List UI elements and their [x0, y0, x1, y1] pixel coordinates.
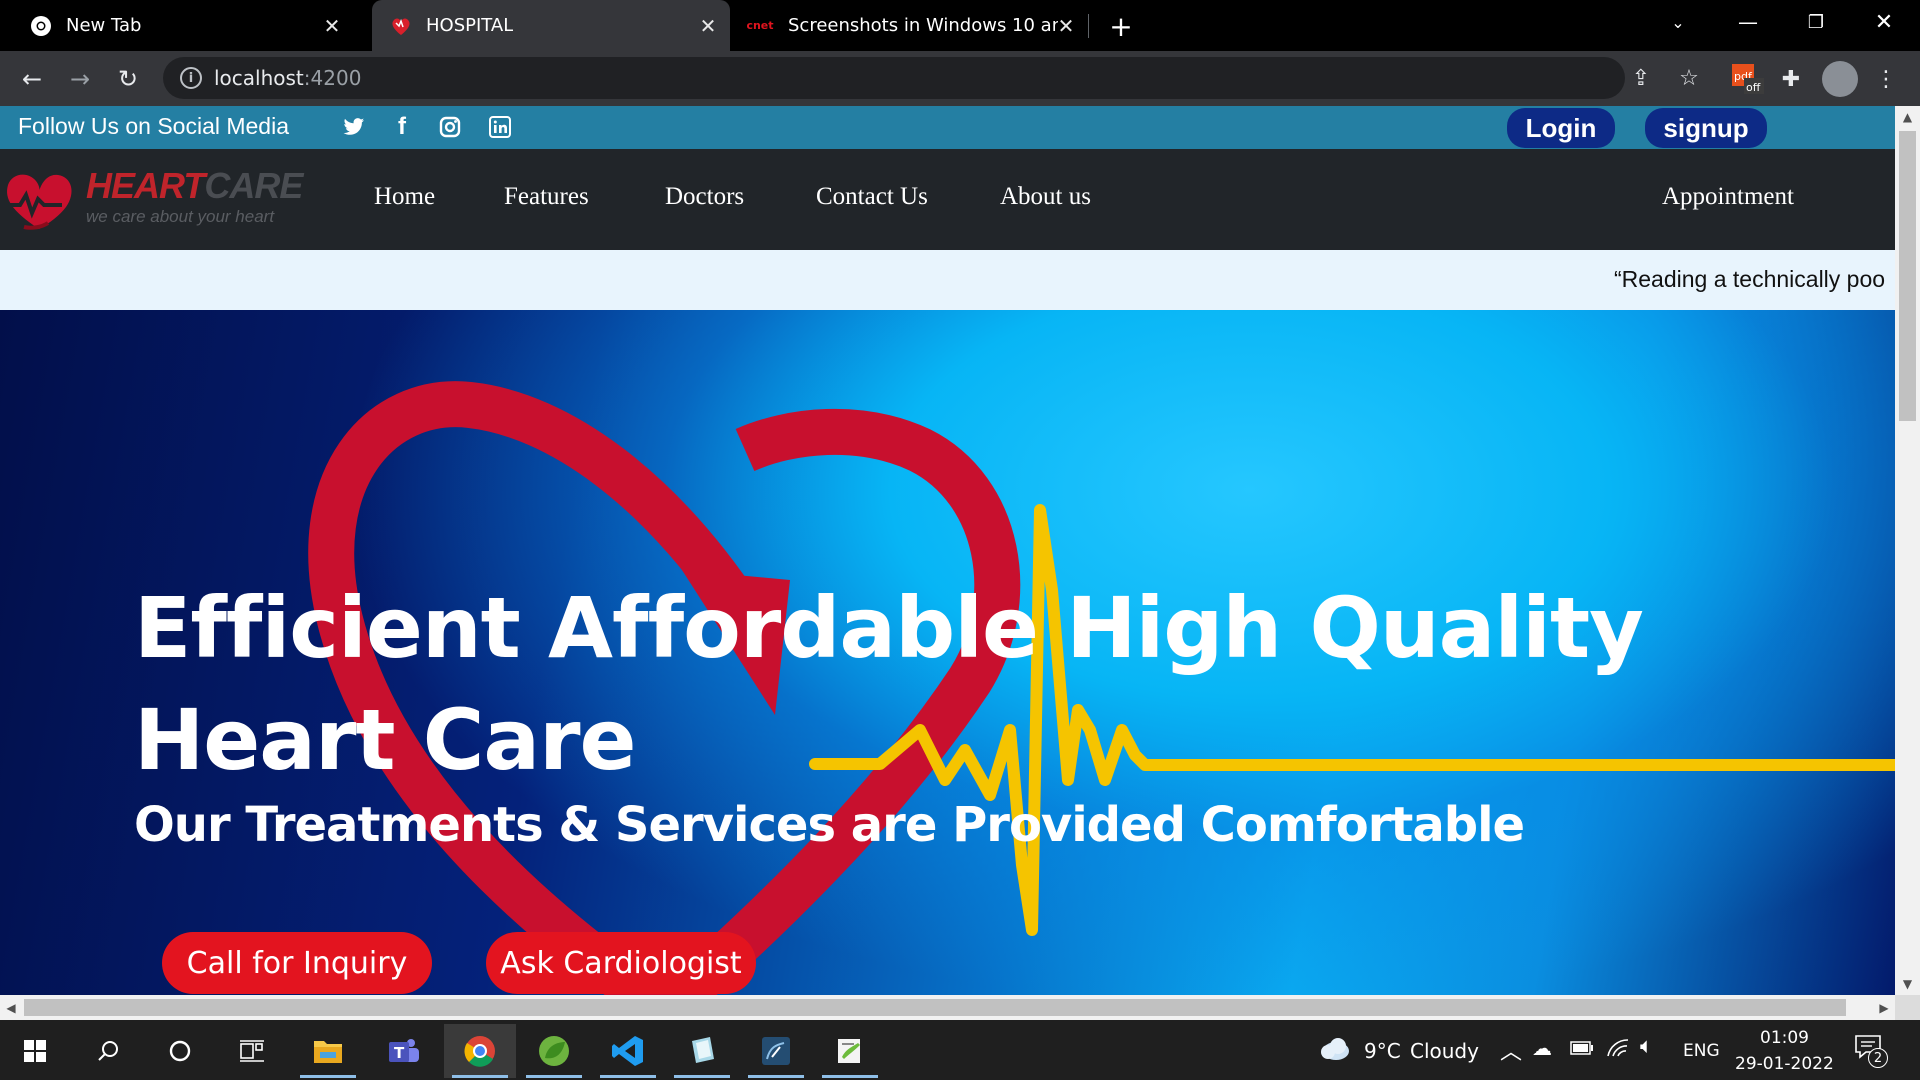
heartcare-logo[interactable]: HEARTCARE we care about your heart [0, 165, 310, 235]
tab-title: New Tab [66, 15, 142, 36]
instagram-icon[interactable] [437, 114, 463, 140]
file-explorer-icon[interactable] [292, 1024, 364, 1078]
nav-contact-us[interactable]: Contact Us [816, 183, 928, 211]
nav-home[interactable]: Home [374, 183, 435, 211]
back-button[interactable]: ← [14, 61, 50, 97]
weather-condition[interactable]: Cloudy [1410, 1039, 1479, 1063]
close-tab-icon[interactable]: ✕ [694, 12, 722, 40]
notepad-app-icon[interactable] [666, 1024, 738, 1078]
browser-toolbar: ← → ↻ i localhost:4200 ⇪ ☆ pdf off ✚ ⋮ [0, 51, 1920, 106]
horizontal-scroll-thumb[interactable] [24, 999, 1846, 1016]
signup-button[interactable]: signup [1645, 108, 1767, 148]
chrome-icon [30, 15, 52, 37]
task-view-icon[interactable] [216, 1024, 288, 1078]
hero-subtitle: Our Treatments & Services are Provided C… [134, 797, 1525, 853]
clock-time[interactable]: 01:09 [1760, 1028, 1809, 1048]
weather-temperature[interactable]: 9°C [1364, 1039, 1401, 1063]
bookmark-star-icon[interactable]: ☆ [1673, 62, 1705, 94]
linkedin-icon[interactable] [487, 114, 513, 140]
call-for-inquiry-button[interactable]: Call for Inquiry [162, 932, 432, 994]
vertical-scroll-thumb[interactable] [1899, 131, 1916, 421]
close-tab-icon[interactable]: ✕ [318, 12, 346, 40]
logo-wordmark: HEARTCARE [86, 165, 303, 206]
weather-icon[interactable] [1316, 1036, 1352, 1062]
profile-avatar[interactable] [1822, 61, 1858, 97]
hero-banner: Efficient Affordable High Quality Heart … [0, 310, 1895, 995]
clock-date[interactable]: 29-01-2022 [1735, 1054, 1834, 1074]
tab-separator [1088, 14, 1089, 38]
horizontal-scrollbar[interactable]: ◀ ▶ [0, 995, 1895, 1020]
windows-start-icon[interactable] [0, 1024, 70, 1078]
mysql-workbench-icon[interactable] [740, 1024, 812, 1078]
notification-count-badge: 2 [1868, 1048, 1888, 1068]
scrollbar-corner [1895, 995, 1920, 1020]
notification-center-icon[interactable]: 2 [1854, 1034, 1890, 1068]
heart-favicon [390, 15, 412, 37]
twitter-icon[interactable] [341, 114, 367, 140]
menu-kebab-icon[interactable]: ⋮ [1870, 63, 1902, 95]
login-button[interactable]: Login [1507, 108, 1615, 148]
ticker-text: “Reading a technically poo [1614, 266, 1886, 292]
wifi-icon[interactable] [1606, 1036, 1630, 1062]
social-bar: Follow Us on Social Media f Login signup [0, 106, 1895, 149]
tab-search-icon[interactable]: ⌄ [1644, 0, 1712, 44]
onedrive-icon[interactable]: ☁ [1532, 1036, 1552, 1060]
input-language[interactable]: ENG [1683, 1041, 1720, 1061]
show-hidden-icons-icon[interactable]: ︿ [1500, 1034, 1522, 1066]
tab-screenshots[interactable]: cnet Screenshots in Windows 10 and W ✕ [732, 0, 1084, 51]
page-viewport: Follow Us on Social Media f Login signup… [0, 106, 1895, 995]
svg-text:off: off [1746, 81, 1761, 94]
battery-icon[interactable] [1570, 1040, 1594, 1059]
search-icon[interactable] [72, 1024, 144, 1078]
social-label: Follow Us on Social Media [18, 113, 290, 139]
cnet-favicon: cnet [746, 19, 774, 32]
close-window-button[interactable]: ✕ [1850, 0, 1918, 44]
site-info-icon[interactable]: i [180, 67, 202, 89]
spring-tool-icon[interactable] [518, 1024, 590, 1078]
close-tab-icon[interactable]: ✕ [1052, 12, 1080, 40]
extensions-icon[interactable]: ✚ [1775, 63, 1807, 95]
ask-cardiologist-button[interactable]: Ask Cardiologist [486, 932, 756, 994]
teams-icon[interactable]: T [368, 1024, 440, 1078]
quote-ticker: “Reading a technically poo [0, 250, 1895, 310]
hero-title: Efficient Affordable High Quality Heart … [134, 579, 1644, 789]
volume-icon[interactable]: 🔈︎ [1640, 1034, 1653, 1059]
vscode-icon[interactable] [592, 1024, 664, 1078]
scroll-down-icon[interactable]: ▼ [1895, 973, 1920, 995]
restore-button[interactable]: ❐ [1782, 0, 1850, 44]
pdf-extension-icon[interactable]: pdf off [1729, 61, 1765, 97]
forward-button[interactable]: → [62, 61, 98, 97]
scroll-right-icon[interactable]: ▶ [1873, 995, 1895, 1020]
nav-about-us[interactable]: About us [1000, 183, 1091, 211]
new-tab-button[interactable]: + [1104, 10, 1138, 43]
scroll-up-icon[interactable]: ▲ [1895, 106, 1920, 128]
nav-doctors[interactable]: Doctors [665, 183, 744, 211]
nav-features[interactable]: Features [504, 183, 589, 211]
address-bar[interactable]: i localhost:4200 ⇪ ☆ [163, 57, 1699, 99]
vertical-scrollbar[interactable]: ▲ ▼ [1895, 106, 1920, 995]
main-navbar: HEARTCARE we care about your heart Home … [0, 149, 1895, 250]
browser-tab-strip: New Tab ✕ HOSPITAL ✕ cnet Screenshots in… [0, 0, 1920, 51]
chrome-taskbar-icon[interactable] [444, 1024, 516, 1078]
svg-text:T: T [394, 1044, 405, 1062]
logo-tagline: we care about your heart [86, 207, 275, 226]
scroll-left-icon[interactable]: ◀ [0, 995, 22, 1020]
share-icon[interactable]: ⇪ [1625, 62, 1657, 94]
url-text: localhost:4200 [214, 66, 362, 90]
tab-title: Screenshots in Windows 10 and W [788, 15, 1058, 36]
tab-hospital[interactable]: HOSPITAL ✕ [372, 0, 730, 51]
nav-appointment[interactable]: Appointment [1662, 183, 1794, 211]
tab-title: HOSPITAL [426, 15, 514, 36]
notepad-plus-plus-icon[interactable] [814, 1024, 886, 1078]
cortana-icon[interactable] [144, 1024, 216, 1078]
windows-taskbar: T 9°C Cloudy ︿ ☁ 🔈︎ ENG 01:09 29-01-2022… [0, 1020, 1920, 1080]
tab-new-tab[interactable]: New Tab ✕ [0, 0, 366, 51]
reload-button[interactable]: ↻ [110, 61, 146, 97]
facebook-icon[interactable]: f [389, 113, 415, 140]
minimize-button[interactable]: — [1714, 0, 1782, 44]
logo-heart-icon [4, 174, 72, 230]
